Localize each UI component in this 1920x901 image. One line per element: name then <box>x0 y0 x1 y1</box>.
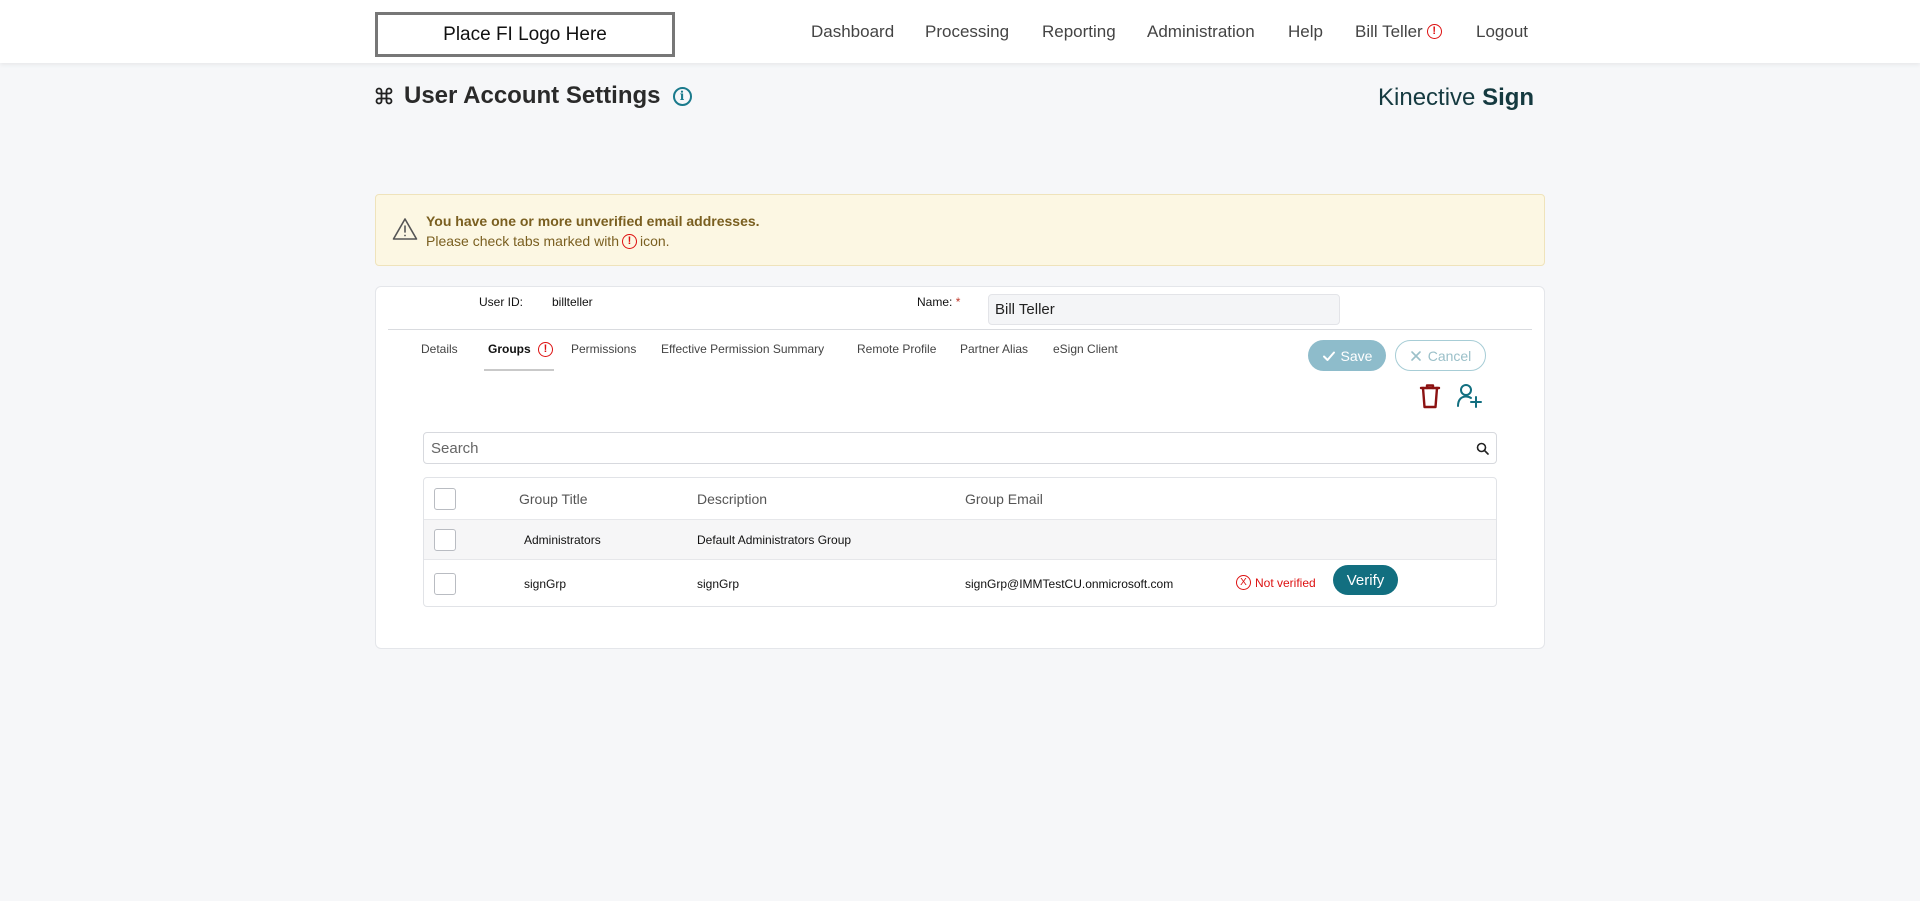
select-all-checkbox[interactable] <box>434 488 456 510</box>
brand-name-light: Kinective <box>1378 84 1476 111</box>
groups-table: Group Title Description Group Email Admi… <box>423 477 1497 607</box>
nav-processing-label: Processing <box>925 21 1010 41</box>
search-box <box>423 432 1497 464</box>
tab-partner-alias-label: Partner Alias <box>960 342 1029 356</box>
close-icon <box>1410 350 1421 361</box>
alert-icon: ! <box>1426 24 1442 39</box>
cancel-button-label: Cancel <box>1427 347 1472 364</box>
nav-logout-label: Logout <box>1476 21 1528 41</box>
name-label-text: Name: <box>917 295 953 309</box>
column-header-group-email[interactable]: Group Email <box>965 491 1043 507</box>
table-row[interactable]: signGrp signGrp signGrp@IMMTestCU.onmicr… <box>424 560 1496 606</box>
not-verified-icon: X <box>1236 575 1251 590</box>
nav-processing[interactable]: Processing <box>925 0 1009 63</box>
warning-title: You have one or more unverified email ad… <box>426 213 760 229</box>
nav-administration[interactable]: Administration <box>1147 0 1255 63</box>
tab-permissions-label: Permissions <box>571 342 637 356</box>
add-user-icon[interactable] <box>1456 382 1482 408</box>
cell-group-title: Administrators <box>524 533 601 547</box>
tab-effective-permission-summary-label: Effective Permission Summary <box>661 342 825 356</box>
alert-icon: ! <box>538 342 554 358</box>
row-checkbox[interactable] <box>434 529 456 551</box>
user-id-label: User ID: <box>479 295 524 309</box>
divider <box>388 329 1532 330</box>
warning-suffix: icon. <box>639 233 670 249</box>
nav-user-label: Bill Teller <box>1355 21 1423 41</box>
nav-administration-label: Administration <box>1147 21 1255 41</box>
nav-user-menu[interactable]: Bill Teller ! <box>1355 0 1442 63</box>
nav-help[interactable]: Help <box>1288 0 1323 63</box>
cell-group-email: signGrp@IMMTestCU.onmicrosoft.com <box>965 577 1174 591</box>
delete-icon[interactable] <box>1418 383 1442 409</box>
warning-message: Please check tabs marked with ! icon. <box>426 233 670 249</box>
brand-name-bold: Sign <box>1482 84 1535 111</box>
row-checkbox[interactable] <box>434 573 456 595</box>
nav-dashboard-label: Dashboard <box>811 21 895 41</box>
tab-groups[interactable]: Groups ! <box>484 341 554 371</box>
tab-details-label: Details <box>421 342 458 356</box>
check-icon <box>1322 351 1335 361</box>
brand-logo: Kinective Sign <box>1378 84 1534 112</box>
nav-help-label: Help <box>1288 21 1323 41</box>
status-badge: X Not verified <box>1236 575 1316 590</box>
nav-dashboard[interactable]: Dashboard <box>811 0 894 63</box>
nav-reporting-label: Reporting <box>1042 21 1116 41</box>
table-header: Group Title Description Group Email <box>424 478 1496 520</box>
cell-description: signGrp <box>697 577 740 591</box>
tab-remote-profile[interactable]: Remote Profile <box>857 341 936 371</box>
cell-description: Default Administrators Group <box>697 533 852 547</box>
command-icon <box>375 87 393 105</box>
top-navbar: Place FI Logo Here Dashboard Processing … <box>0 0 1920 63</box>
nav-reporting[interactable]: Reporting <box>1042 0 1116 63</box>
column-header-group-title[interactable]: Group Title <box>519 491 587 507</box>
tab-esign-client[interactable]: eSign Client <box>1053 341 1118 371</box>
tab-esign-client-label: eSign Client <box>1053 342 1118 356</box>
alert-icon: ! <box>621 233 637 249</box>
nav-logout[interactable]: Logout <box>1476 0 1528 63</box>
user-id-value: billteller <box>552 295 593 309</box>
user-settings-card: User ID: billteller Name: * Details Grou… <box>375 286 1545 649</box>
unverified-email-warning: You have one or more unverified email ad… <box>375 194 1545 266</box>
verify-button[interactable]: Verify <box>1333 565 1398 595</box>
tab-remote-profile-label: Remote Profile <box>857 342 937 356</box>
page-header: User Account Settings i <box>374 82 692 110</box>
save-button[interactable]: Save <box>1308 340 1386 371</box>
table-row[interactable]: Administrators Default Administrators Gr… <box>424 520 1496 560</box>
warning-triangle-icon <box>392 218 418 240</box>
tab-permissions[interactable]: Permissions <box>571 341 636 371</box>
column-header-description[interactable]: Description <box>697 491 767 507</box>
info-icon[interactable]: i <box>672 86 692 106</box>
warning-prefix: Please check tabs marked with <box>426 233 619 249</box>
fi-logo-placeholder[interactable]: Place FI Logo Here <box>375 12 675 57</box>
tab-details[interactable]: Details <box>421 341 458 371</box>
tab-partner-alias[interactable]: Partner Alias <box>960 341 1028 371</box>
tab-effective-permission-summary[interactable]: Effective Permission Summary <box>661 341 824 371</box>
search-icon[interactable] <box>1476 442 1489 455</box>
cancel-button[interactable]: Cancel <box>1395 340 1486 371</box>
cell-group-title: signGrp <box>524 577 567 591</box>
search-input[interactable] <box>424 433 1454 463</box>
required-marker: * <box>955 295 961 309</box>
page-title: User Account Settings <box>404 82 661 109</box>
name-label: Name: * <box>917 295 960 309</box>
tab-groups-label: Groups <box>488 342 531 356</box>
status-text: Not verified <box>1255 575 1316 590</box>
name-field[interactable] <box>988 294 1340 325</box>
save-button-label: Save <box>1340 347 1373 364</box>
